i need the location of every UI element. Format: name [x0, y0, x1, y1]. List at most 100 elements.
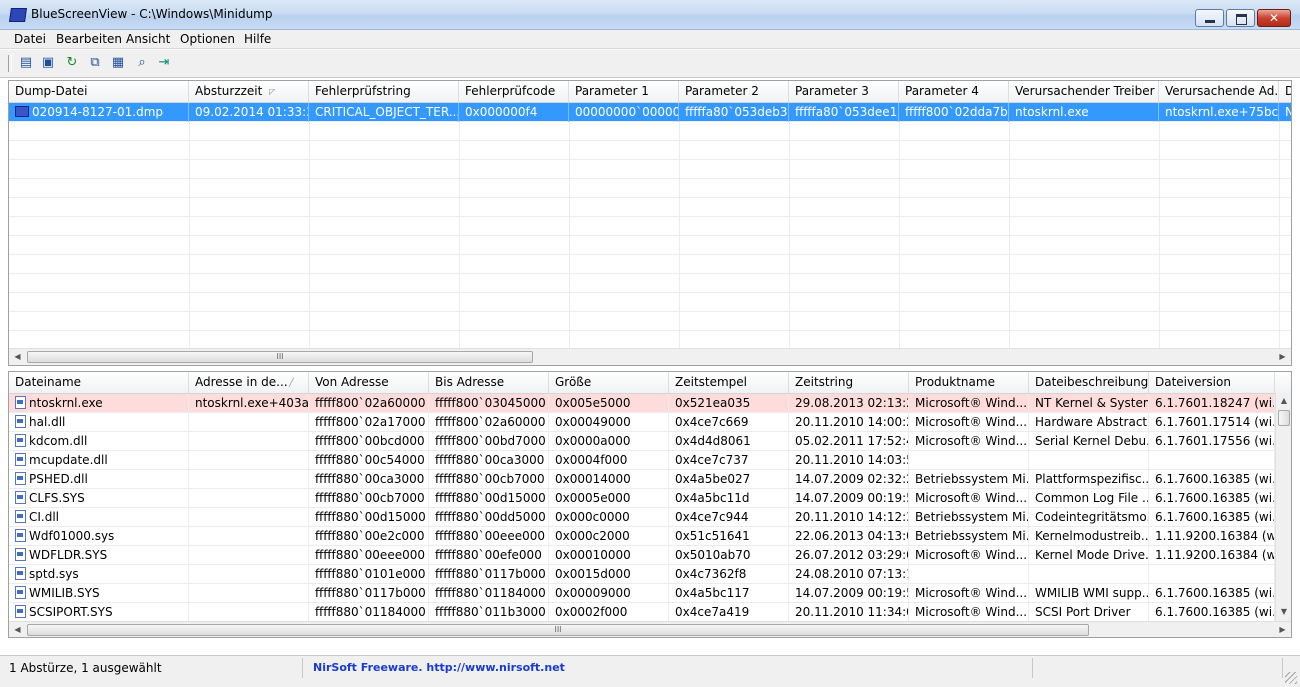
- html-report-icon[interactable]: ▦: [110, 55, 126, 71]
- driver-stack-address: [189, 527, 309, 546]
- driver-to-address: fffff880`00cb7000: [429, 470, 549, 489]
- driver-file-icon: [15, 567, 26, 580]
- driver-from-address: fffff880`00c54000: [309, 451, 429, 470]
- scroll-right-icon[interactable]: ▶: [1274, 622, 1291, 637]
- driver-row[interactable]: WDFLDR.SYS fffff880`00eee000 fffff880`00ef…: [9, 546, 1275, 565]
- dump-file-icon: [15, 106, 29, 117]
- driver-description: Common Log File ...: [1029, 489, 1149, 508]
- driver-stack-address: [189, 489, 309, 508]
- scroll-down-icon[interactable]: ▼: [1276, 604, 1291, 620]
- driver-product-name: Betriebssystem Mi...: [909, 470, 1029, 489]
- driver-list-vscroll-thumb[interactable]: [1278, 410, 1290, 426]
- driver-product-name: [909, 565, 1029, 584]
- exit-icon[interactable]: ⇥: [156, 55, 172, 71]
- driver-row[interactable]: mcupdate.dll fffff880`00c54000 fffff880`00…: [9, 451, 1275, 470]
- col-d[interactable]: D: [1279, 81, 1291, 102]
- driver-stack-address: [189, 413, 309, 432]
- col-parameter-4[interactable]: Parameter 4: [899, 81, 1009, 102]
- driver-filename-text: ntoskrnl.exe: [29, 396, 103, 410]
- driver-row[interactable]: CI.dll fffff880`00d15000 fffff880`00dd5000…: [9, 508, 1275, 527]
- driver-row[interactable]: Wdf01000.sys fffff880`00e2c000 fffff880`00…: [9, 527, 1275, 546]
- driver-filename-text: WDFLDR.SYS: [29, 548, 108, 562]
- driver-filename: sptd.sys: [9, 565, 189, 584]
- properties-icon[interactable]: ▤: [18, 55, 34, 71]
- title-bar[interactable]: BlueScreenView - C:\Windows\Minidump ✕: [0, 0, 1300, 30]
- col-bis-adresse[interactable]: Bis Adresse: [429, 372, 549, 393]
- driver-timestring: 20.11.2010 14:03:51: [789, 451, 909, 470]
- copy-icon[interactable]: ⧉: [87, 55, 103, 71]
- dump-list-hscroll-thumb[interactable]: III: [27, 351, 533, 363]
- col-von-adresse[interactable]: Von Adresse: [309, 372, 429, 393]
- scroll-up-icon[interactable]: ▲: [1276, 393, 1291, 409]
- col-parameter-1[interactable]: Parameter 1: [569, 81, 679, 102]
- driver-row[interactable]: ntoskrnl.exentoskrnl.exe+403ab2fffff800`…: [9, 394, 1275, 413]
- driver-size: 0x00049000: [549, 413, 669, 432]
- menu-datei[interactable]: Datei: [14, 32, 46, 46]
- col-dateiversion[interactable]: Dateiversion: [1149, 372, 1275, 393]
- driver-to-address: fffff880`00ca3000: [429, 451, 549, 470]
- driver-to-address: fffff800`02a60000: [429, 413, 549, 432]
- maximize-button[interactable]: [1226, 9, 1255, 27]
- menu-hilfe[interactable]: Hilfe: [244, 32, 271, 46]
- column-divider: [459, 122, 460, 348]
- driver-row[interactable]: PSHED.dll fffff880`00ca3000 fffff880`00cb7…: [9, 470, 1275, 489]
- col-zeitstempel[interactable]: Zeitstempel: [669, 372, 789, 393]
- driver-stack-address: [189, 603, 309, 622]
- col-dateiname[interactable]: Dateiname: [9, 372, 189, 393]
- driver-row[interactable]: sptd.sys fffff880`0101e000 fffff880`0117b0…: [9, 565, 1275, 584]
- driver-version: 6.1.7600.16385 (wi...: [1149, 508, 1275, 527]
- save-icon[interactable]: ▣: [40, 55, 56, 71]
- scroll-left-icon[interactable]: ◀: [9, 349, 26, 365]
- driver-row[interactable]: CLFS.SYS fffff880`00cb7000 fffff880`00d150…: [9, 489, 1275, 508]
- empty-row: [9, 255, 1291, 274]
- menu-ansicht[interactable]: Ansicht: [126, 32, 170, 46]
- column-divider: [1009, 122, 1010, 348]
- driver-timestamp: 0x4a5bc117: [669, 584, 789, 603]
- driver-list-hscroll[interactable]: ◀ III ▶: [9, 621, 1291, 637]
- scroll-right-icon[interactable]: ▶: [1274, 349, 1291, 365]
- minimize-button[interactable]: [1195, 9, 1224, 27]
- col-verursachender-treiber[interactable]: Verursachender Treiber: [1009, 81, 1159, 102]
- find-icon[interactable]: ⌕: [134, 55, 150, 71]
- driver-stack-address: [189, 432, 309, 451]
- col-verursachende-adresse[interactable]: Verursachende Ad...: [1159, 81, 1279, 102]
- col-produktname[interactable]: Produktname: [909, 372, 1029, 393]
- driver-list-hscroll-thumb[interactable]: III: [27, 624, 1089, 636]
- close-button[interactable]: ✕: [1257, 9, 1291, 27]
- scroll-left-icon[interactable]: ◀: [9, 622, 26, 637]
- driver-row[interactable]: WMILIB.SYS fffff880`0117b000 fffff880`0118…: [9, 584, 1275, 603]
- driver-row[interactable]: hal.dll fffff800`02a17000 fffff800`02a6000…: [9, 413, 1275, 432]
- driver-to-address: fffff880`01184000: [429, 584, 549, 603]
- col-parameter-3[interactable]: Parameter 3: [789, 81, 899, 102]
- driver-product-name: Microsoft® Wind...: [909, 432, 1029, 451]
- dump-list[interactable]: Dump-Datei Absturzzeit ◸ Fehlerprüfstrin…: [8, 80, 1292, 366]
- col-absturzzeit[interactable]: Absturzzeit: [189, 81, 309, 102]
- driver-from-address: fffff800`02a17000: [309, 413, 429, 432]
- driver-list-vscroll[interactable]: ▲ ▼: [1275, 393, 1291, 621]
- driver-row[interactable]: SCSIPORT.SYS fffff880`01184000 fffff880`01…: [9, 603, 1275, 622]
- col-parameter-2[interactable]: Parameter 2: [679, 81, 789, 102]
- driver-filename-text: hal.dll: [29, 415, 66, 429]
- driver-list[interactable]: Dateiname Adresse in de... ╱ Von Adresse…: [8, 371, 1292, 638]
- col-fehlerpruefstring[interactable]: Fehlerprüfstring: [309, 81, 459, 102]
- dump-row[interactable]: 020914-8127-01.dmp 09.02.2014 01:33:33 C…: [9, 103, 1291, 122]
- col-zeitstring[interactable]: Zeitstring: [789, 372, 909, 393]
- menu-optionen[interactable]: Optionen: [180, 32, 235, 46]
- menu-bearbeiten[interactable]: Bearbeiten: [56, 32, 122, 46]
- refresh-icon[interactable]: ↻: [64, 55, 80, 71]
- driver-timestring: 05.02.2011 17:52:49: [789, 432, 909, 451]
- driver-file-icon: [15, 396, 26, 409]
- driver-product-name: [909, 451, 1029, 470]
- col-groesse[interactable]: Größe: [549, 372, 669, 393]
- resize-grip[interactable]: [1285, 672, 1297, 684]
- driver-row[interactable]: kdcom.dll fffff800`00bcd000 fffff800`00bd7…: [9, 432, 1275, 451]
- dump-list-hscroll[interactable]: ◀ III ▶: [9, 348, 1291, 365]
- driver-description: NT Kernel & System: [1029, 394, 1149, 413]
- col-dateibeschreibung[interactable]: Dateibeschreibung: [1029, 372, 1149, 393]
- driver-description: Hardware Abstract...: [1029, 413, 1149, 432]
- nirsoft-link[interactable]: NirSoft Freeware. http://www.nirsoft.net: [303, 658, 1033, 678]
- driver-timestamp: 0x51c51641: [669, 527, 789, 546]
- col-dump-datei[interactable]: Dump-Datei: [9, 81, 189, 102]
- col-fehlerpruefcode[interactable]: Fehlerprüfcode: [459, 81, 569, 102]
- driver-size: 0x00010000: [549, 546, 669, 565]
